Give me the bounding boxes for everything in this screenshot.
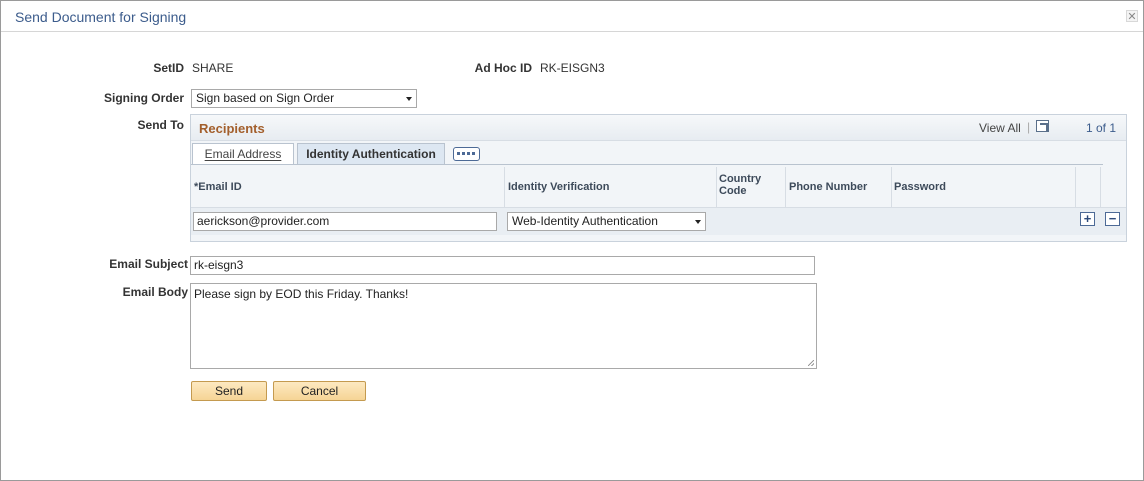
- col-country-code: Country Code: [719, 173, 762, 197]
- setid-value: SHARE: [192, 61, 234, 75]
- email-subject-label: Email Subject: [109, 257, 188, 271]
- col-identity-verification: Identity Verification: [508, 181, 610, 193]
- dialog-title: Send Document for Signing: [15, 9, 187, 25]
- resize-grip-icon[interactable]: [808, 360, 814, 366]
- col-password: Password: [894, 181, 946, 193]
- tab-email-address-label: Email Address: [204, 147, 282, 161]
- add-row-icon[interactable]: +: [1080, 212, 1095, 226]
- identity-verification-select[interactable]: Web-Identity Authentication: [507, 212, 706, 231]
- email-body-label: Email Body: [122, 285, 188, 299]
- adhoc-id-value: RK-EISGN3: [540, 61, 605, 75]
- col-email-id: *Email ID: [194, 181, 242, 193]
- tab-email-address[interactable]: Email Address: [192, 143, 294, 165]
- send-document-dialog: Send Document for Signing ✕ SetID SHARE …: [0, 0, 1144, 481]
- recipients-grid-header: Recipients View All | 1 of 1: [191, 115, 1126, 141]
- chevron-down-icon: [695, 220, 701, 224]
- show-all-columns-icon[interactable]: [453, 147, 480, 161]
- email-subject-value: rk-eisgn3: [194, 258, 244, 272]
- tab-strip-divider: [191, 164, 1103, 165]
- chevron-down-icon: [406, 97, 412, 101]
- setid-label: SetID: [153, 61, 184, 75]
- signing-order-selected-value: Sign based on Sign Order: [196, 91, 335, 105]
- col-phone-number: Phone Number: [789, 181, 868, 193]
- adhoc-id-label: Ad Hoc ID: [474, 61, 532, 75]
- email-body-field[interactable]: Please sign by EOD this Friday. Thanks!: [190, 283, 817, 369]
- zoom-grid-icon[interactable]: [1036, 120, 1049, 132]
- signing-order-select[interactable]: Sign based on Sign Order: [191, 89, 417, 108]
- recipients-grid-title: Recipients: [199, 121, 265, 136]
- view-all-link[interactable]: View All: [979, 121, 1021, 135]
- delete-row-icon[interactable]: −: [1105, 212, 1120, 226]
- email-subject-field[interactable]: rk-eisgn3: [190, 256, 815, 275]
- cancel-button[interactable]: Cancel: [273, 381, 366, 401]
- send-button[interactable]: Send: [191, 381, 267, 401]
- signing-order-label: Signing Order: [103, 91, 184, 105]
- tab-identity-authentication[interactable]: Identity Authentication: [297, 143, 445, 165]
- row-pager: 1 of 1: [1086, 121, 1117, 135]
- close-icon[interactable]: ✕: [1126, 10, 1138, 23]
- recipients-grid: Recipients View All | 1 of 1 Email Addre…: [190, 114, 1127, 242]
- table-row: aerickson@provider.com Web-Identity Auth…: [191, 208, 1126, 235]
- email-id-value: aerickson@provider.com: [197, 214, 330, 228]
- tab-identity-authentication-label: Identity Authentication: [306, 147, 436, 161]
- identity-verification-selected-value: Web-Identity Authentication: [512, 214, 658, 228]
- column-header-row: *Email ID Identity Verification Country …: [191, 167, 1126, 208]
- dialog-titlebar: Send Document for Signing ✕: [1, 1, 1143, 32]
- header-divider: |: [1027, 120, 1031, 134]
- email-id-field[interactable]: aerickson@provider.com: [193, 212, 497, 231]
- email-body-value: Please sign by EOD this Friday. Thanks!: [194, 287, 409, 301]
- send-to-label: Send To: [137, 118, 184, 132]
